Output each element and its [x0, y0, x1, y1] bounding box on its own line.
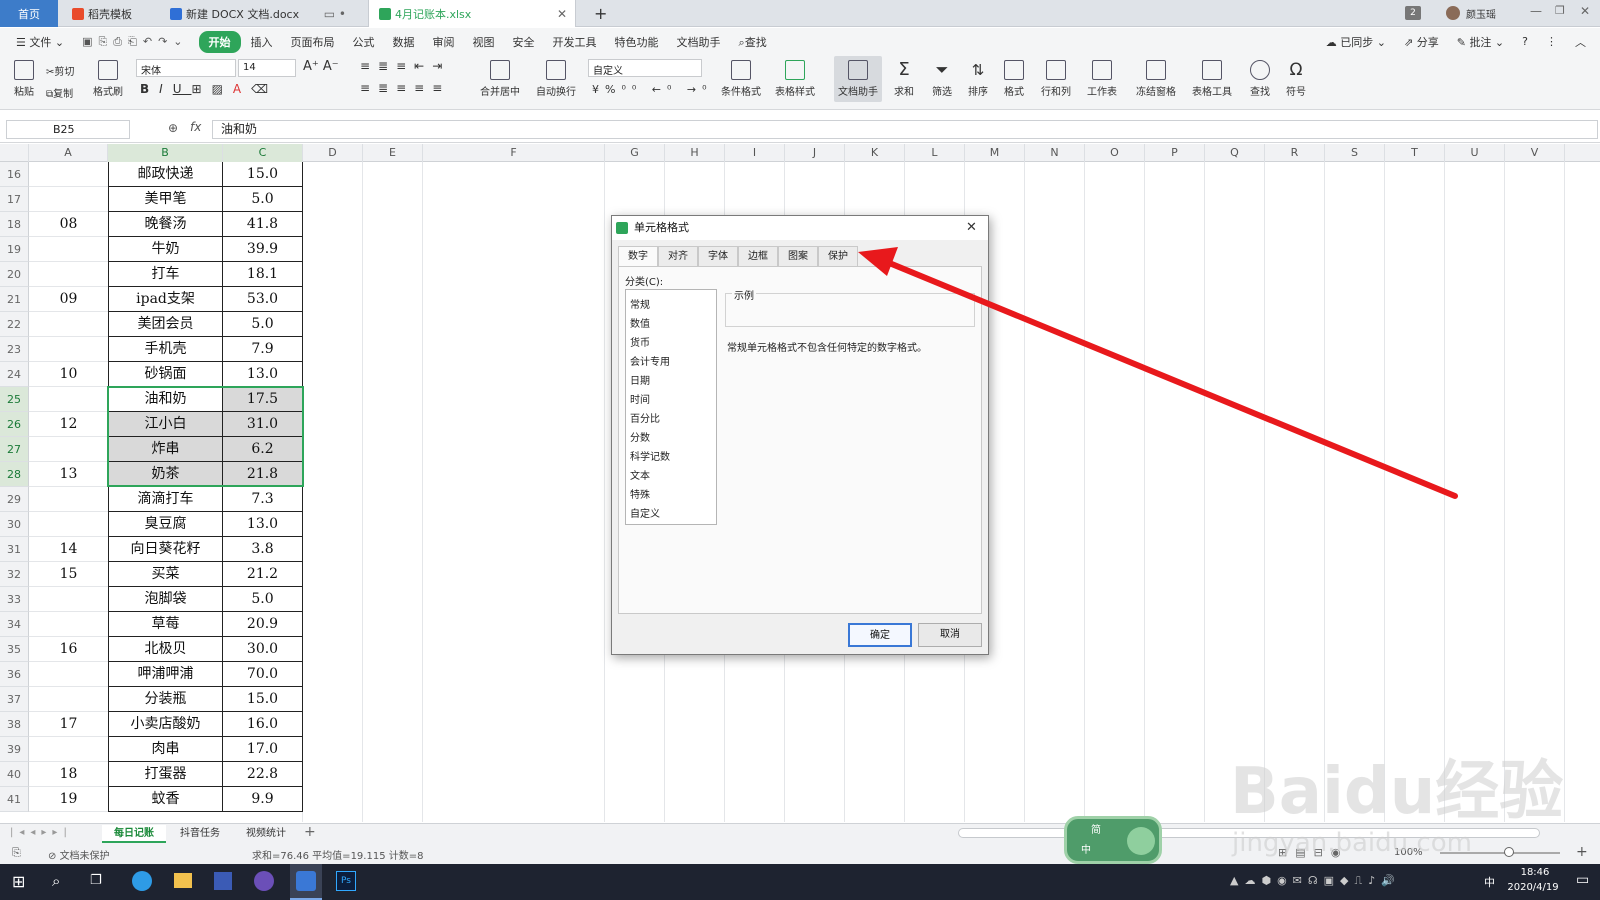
annotation-overlay: [858, 247, 1458, 499]
red-arrow-head: [858, 247, 898, 276]
red-arrow-tail: [1299, 431, 1456, 497]
